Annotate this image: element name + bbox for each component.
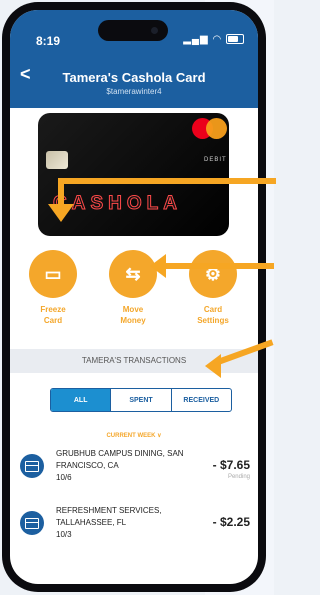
transaction-status: Pending [227,474,250,480]
camera-icon [151,27,158,34]
filter-tab-spent[interactable]: SPENT [111,389,172,411]
signal-icon: ▂▄▆ [183,34,209,45]
transaction-description: GRUBHUB CAMPUS DINING, SAN FRANCISCO, CA… [56,449,184,482]
move-money-label: Move Money [120,305,146,325]
freeze-card-button[interactable]: ▭ Freeze Card [23,250,83,326]
status-icons: ▂▄▆ ◠ [183,34,244,45]
transaction-amount: - $2.25 [212,515,250,529]
period-selector[interactable]: CURRENT WEEK ∨ [10,432,258,439]
page-subtitle: $tamerawinter4 [106,87,162,96]
transaction-amount: - $7.65 [212,458,250,472]
page-title: Tamera's Cashola Card [62,70,206,85]
transaction-row[interactable]: GRUBHUB CAMPUS DINING, SAN FRANCISCO, CA… [10,448,258,508]
phone: 8:19 ▂▄▆ ◠ < Tamera's Cashola Card $tame… [0,0,274,595]
filter-tab-received[interactable]: RECEIVED [172,389,231,411]
card-transaction-icon [20,511,44,535]
callout-arrow-transactions [205,339,276,380]
battery-icon [226,34,244,45]
transaction-description: REFRESHMENT SERVICES, TALLAHASSEE, FL 10… [56,506,162,539]
nav-bar: 8:19 ▂▄▆ ◠ < Tamera's Cashola Card $tame… [10,10,258,108]
callout-arrow-freeze [48,178,276,222]
card-transaction-icon [20,454,44,478]
card-settings-label: Card Settings [197,305,229,325]
mastercard-logo-icon [192,118,228,140]
card-icon: ▭ [29,250,77,298]
transaction-filter: ALL SPENT RECEIVED [50,388,232,412]
filter-tab-all[interactable]: ALL [51,389,112,411]
freeze-card-label: Freeze Card [40,305,66,325]
card-chip-icon [46,151,68,169]
wifi-icon: ◠ [212,34,223,45]
dynamic-island [98,20,168,41]
status-time: 8:19 [36,34,61,48]
transaction-row[interactable]: REFRESHMENT SERVICES, TALLAHASSEE, FL 10… [10,505,258,565]
card-type-label: DEBIT [204,157,227,163]
callout-arrow-move-money [150,254,274,278]
phone-screen: 8:19 ▂▄▆ ◠ < Tamera's Cashola Card $tame… [10,10,258,584]
